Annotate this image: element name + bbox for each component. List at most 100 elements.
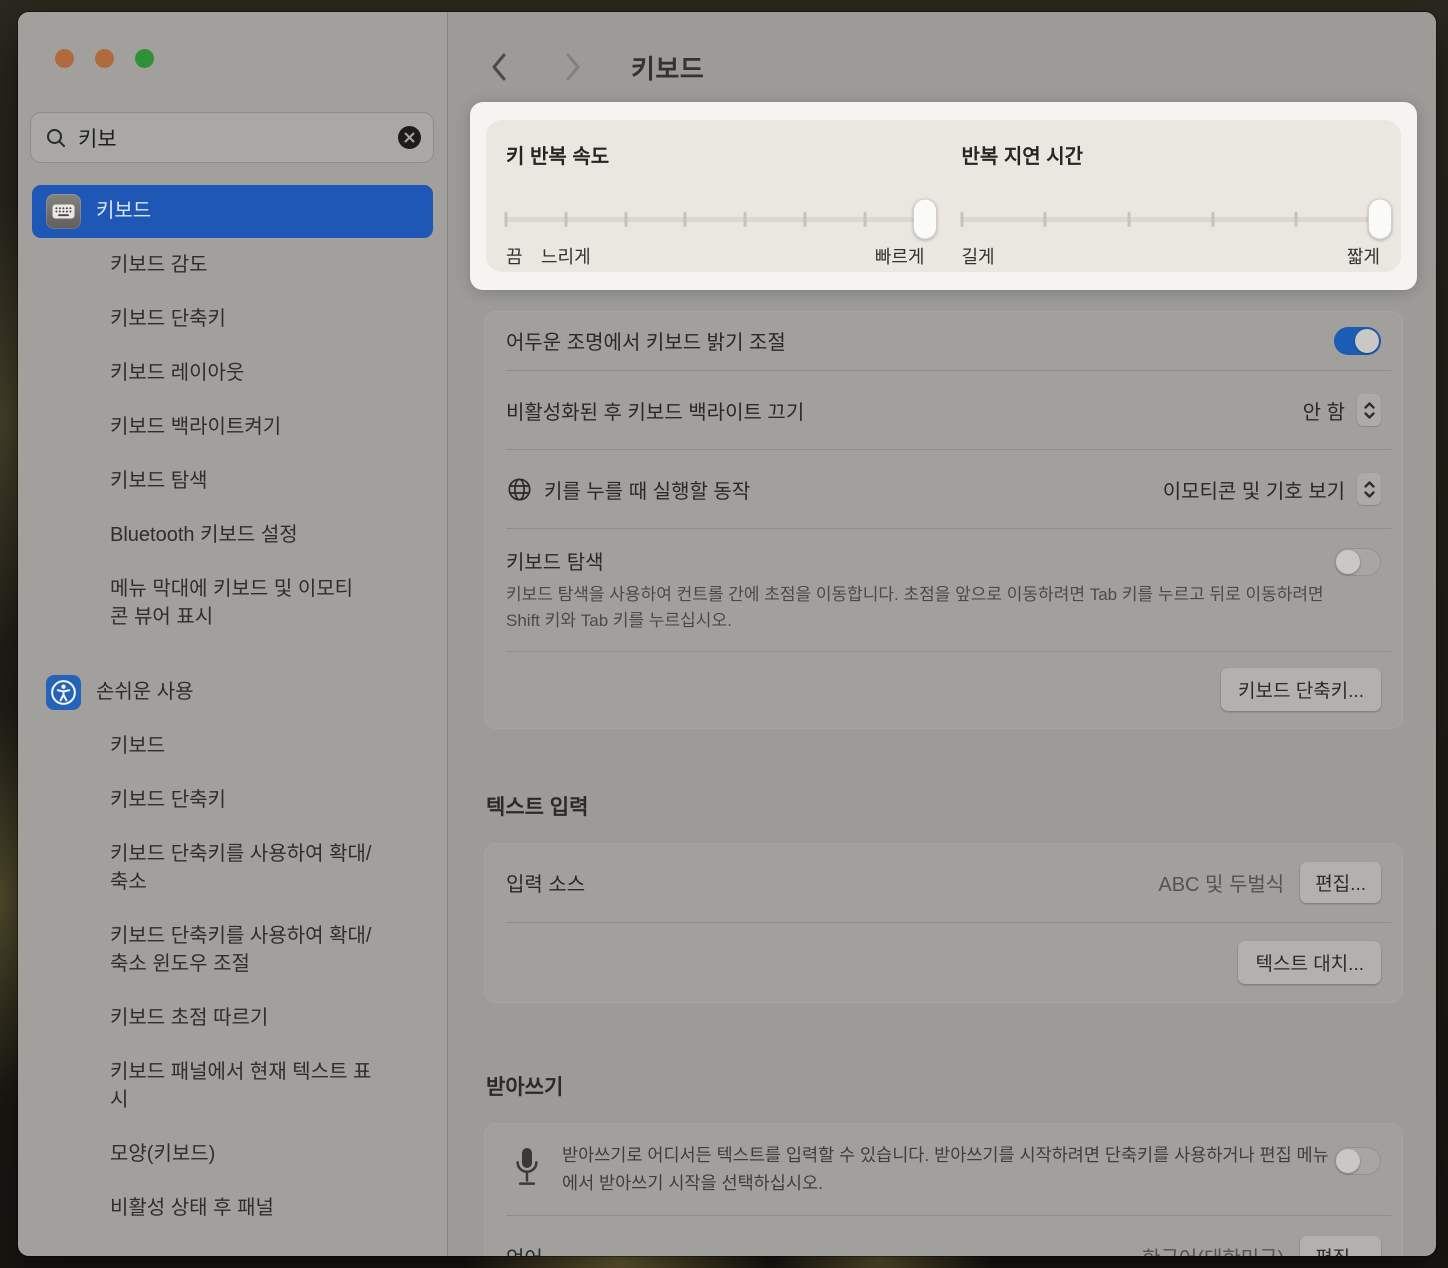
sidebar-item-keyboard-shortcuts[interactable]: 키보드 단축키 [18, 292, 447, 346]
key-repeat-rate-group: 키 반복 속도 끔 느리게 빠르게 [506, 140, 925, 272]
slider-tick [624, 212, 627, 227]
dictation-language-row: 언어 한국어(대한민국) 편집... [484, 1216, 1403, 1256]
sidebar-item-acc-shortcuts[interactable]: 키보드 단축키 [18, 773, 447, 827]
dictation-card: 받아쓰기로 어디서든 텍스트를 입력할 수 있습니다. 받아쓰기를 시작하려면 … [484, 1123, 1403, 1256]
backlight-off-after-value: 안 함 [1303, 396, 1345, 425]
sidebar-item-acc-inactive-panel[interactable]: 비활성 상태 후 패널 [18, 1181, 447, 1235]
slider-label-off: 끔 [506, 243, 523, 269]
sidebar-item-acc-panel-text[interactable]: 키보드 패널에서 현재 텍스트 표시 [18, 1045, 398, 1127]
highlighted-repeat-section: 키 반복 속도 끔 느리게 빠르게 반복 지연 시간 [470, 102, 1417, 290]
search-input[interactable]: 키보 [78, 123, 398, 153]
input-source-label: 입력 소스 [506, 868, 585, 897]
sidebar-item-label: 손쉬운 사용 [96, 679, 194, 706]
slider-tick [1295, 212, 1298, 227]
sidebar-item-acc-zoom-window[interactable]: 키보드 단축키를 사용하여 확대/축소 윈도우 조절 [18, 909, 398, 991]
slider-track[interactable] [962, 217, 1381, 222]
language-edit-button[interactable]: 편집... [1300, 1236, 1381, 1256]
back-button[interactable] [484, 50, 514, 84]
clear-search-icon[interactable] [398, 126, 421, 149]
text-replace-button-row: 텍스트 대치... [484, 923, 1403, 1003]
slider-handle[interactable] [913, 199, 937, 240]
dictation-row: 받아쓰기로 어디서든 텍스트를 입력할 수 있습니다. 받아쓰기를 시작하려면 … [484, 1123, 1403, 1215]
sidebar-item-acc-appearance[interactable]: 모양(키보드) [18, 1127, 447, 1181]
repeat-delay-slider[interactable] [962, 199, 1381, 239]
slider-tick [1044, 212, 1047, 227]
slider-track[interactable] [506, 217, 925, 222]
toggle-knob [1336, 550, 1360, 574]
close-button[interactable] [55, 49, 74, 68]
dictation-toggle[interactable] [1334, 1147, 1381, 1175]
zoom-button[interactable] [135, 49, 154, 68]
globe-key-action-popup-stepper[interactable] [1357, 473, 1381, 505]
slider-label-fast: 빠르게 [875, 243, 925, 269]
sidebar-item-keyboard-layouts[interactable]: 키보드 레이아웃 [18, 346, 447, 400]
toggle-knob [1336, 1149, 1360, 1173]
brightness-low-light-row: 어두운 조명에서 키보드 밝기 조절 [484, 311, 1403, 370]
key-repeat-rate-slider[interactable] [506, 199, 925, 239]
slider-tick [505, 212, 508, 227]
sidebar-item-accessibility[interactable]: 손쉬운 사용 [32, 666, 433, 719]
brightness-low-light-toggle[interactable] [1334, 327, 1381, 355]
content-pane: 키보드 키 반복 속도 끔 느리게 빠르게 [448, 12, 1436, 1256]
brightness-low-light-label: 어두운 조명에서 키보드 밝기 조절 [506, 326, 786, 355]
sidebar-item-keyboard-sensitivity[interactable]: 키보드 감도 [18, 238, 447, 292]
slider-label-short: 짧게 [1347, 243, 1380, 269]
page-header: 키보드 [484, 48, 1403, 86]
text-input-card: 입력 소스 ABC 및 두벌식 편집... 텍스트 대치... [484, 843, 1403, 1003]
keyboard-navigation-description: 키보드 탐색을 사용하여 컨트롤 간에 초점을 이동합니다. 초점을 앞으로 이… [506, 582, 1326, 635]
sidebar-item-bluetooth-keyboard[interactable]: Bluetooth 키보드 설정 [18, 508, 447, 562]
keyboard-navigation-toggle[interactable] [1334, 548, 1381, 576]
sidebar-item-acc-keyboard[interactable]: 키보드 [18, 719, 447, 773]
system-settings-window: 키보 키보드 키보드 감도 키보드 단축키 키보드 레이아웃 키보드 백라이트켜… [18, 12, 1436, 1256]
backlight-off-after-popup-stepper[interactable] [1357, 394, 1381, 426]
slider-handle[interactable] [1368, 199, 1392, 240]
sidebar-item-keyboard-backlight[interactable]: 키보드 백라이트켜기 [18, 400, 447, 454]
search-results-list: 키보드 키보드 감도 키보드 단축키 키보드 레이아웃 키보드 백라이트켜기 키… [18, 163, 447, 1235]
repeat-sliders-card: 키 반복 속도 끔 느리게 빠르게 반복 지연 시간 [486, 120, 1401, 272]
input-source-row: 입력 소스 ABC 및 두벌식 편집... [484, 843, 1403, 922]
slider-tick [1211, 212, 1214, 227]
sidebar-group-gap [18, 644, 447, 666]
globe-key-action-label: 키를 누를 때 실행할 동작 [544, 475, 750, 504]
key-repeat-rate-label: 키 반복 속도 [506, 140, 925, 169]
slider-label-slow: 느리게 [541, 243, 591, 269]
sidebar-item-keyboard-navigation[interactable]: 키보드 탐색 [18, 454, 447, 508]
microphone-icon [512, 1145, 542, 1191]
sidebar-item-keyboard[interactable]: 키보드 [32, 185, 433, 238]
window-controls [18, 12, 447, 68]
search-field[interactable]: 키보 [30, 112, 434, 163]
globe-key-action-row: 키를 누를 때 실행할 동작 이모티콘 및 기호 보기 [484, 450, 1403, 528]
slider-tick [1127, 212, 1130, 227]
minimize-button[interactable] [95, 49, 114, 68]
dictation-section-title: 받아쓰기 [484, 1071, 1403, 1101]
forward-button[interactable] [558, 50, 588, 84]
text-replacements-button[interactable]: 텍스트 대치... [1238, 941, 1381, 984]
sidebar-item-acc-zoom-shortcut[interactable]: 키보드 단축키를 사용하여 확대/축소 [18, 827, 398, 909]
keyboard-navigation-label: 키보드 탐색 [506, 546, 1334, 575]
slider-tick [960, 212, 963, 227]
backlight-off-after-row: 비활성화된 후 키보드 백라이트 끄기 안 함 [484, 371, 1403, 449]
slider-labels: 끔 느리게 빠르게 [506, 243, 925, 269]
slider-tick [564, 212, 567, 227]
repeat-delay-group: 반복 지연 시간 길게 짧게 [962, 140, 1381, 272]
input-source-value: ABC 및 두벌식 [1158, 868, 1284, 897]
sidebar-item-label: 키보드 [96, 198, 151, 225]
dictation-description: 받아쓰기로 어디서든 텍스트를 입력할 수 있습니다. 받아쓰기를 시작하려면 … [562, 1141, 1332, 1197]
accessibility-app-icon [46, 675, 81, 710]
sidebar: 키보 키보드 키보드 감도 키보드 단축키 키보드 레이아웃 키보드 백라이트켜… [18, 12, 448, 1256]
globe-icon [506, 476, 533, 503]
keyboard-navigation-row: 키보드 탐색 키보드 탐색을 사용하여 컨트롤 간에 초점을 이동합니다. 초점… [484, 529, 1403, 651]
slider-tick [863, 212, 866, 227]
repeat-delay-label: 반복 지연 시간 [962, 140, 1381, 169]
sidebar-item-menubar-viewer[interactable]: 메뉴 막대에 키보드 및 이모티콘 뷰어 표시 [18, 562, 378, 644]
input-source-edit-button[interactable]: 편집... [1300, 862, 1381, 903]
keyboard-shortcuts-button[interactable]: 키보드 단축키... [1221, 668, 1381, 711]
text-input-section-title: 텍스트 입력 [484, 791, 1403, 821]
backlight-off-after-label: 비활성화된 후 키보드 백라이트 끄기 [506, 396, 804, 425]
sidebar-item-acc-focus-follow[interactable]: 키보드 초점 따르기 [18, 991, 447, 1045]
slider-labels: 길게 짧게 [962, 243, 1381, 269]
page-title: 키보드 [631, 49, 704, 86]
language-label: 언어 [506, 1242, 543, 1256]
shortcuts-button-row: 키보드 단축키... [484, 652, 1403, 729]
globe-key-action-value: 이모티콘 및 기호 보기 [1163, 475, 1345, 504]
